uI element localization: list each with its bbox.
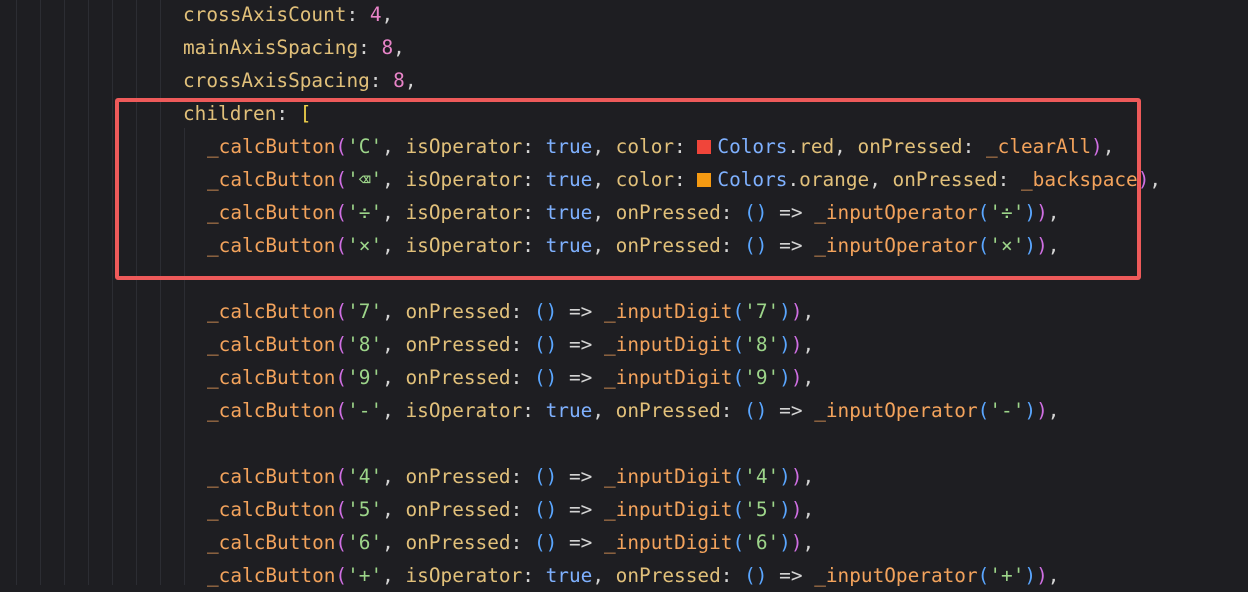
indent-guide bbox=[160, 0, 161, 585]
code-line[interactable]: _calcButton('4', onPressed: () => _input… bbox=[207, 460, 814, 493]
indent-guide bbox=[88, 0, 89, 585]
token-function: _inputDigit bbox=[604, 465, 733, 488]
token-string: '6' bbox=[744, 531, 780, 554]
token-param: onPressed bbox=[405, 333, 511, 356]
code-line[interactable]: crossAxisSpacing: 8, bbox=[183, 64, 417, 97]
code-line[interactable]: mainAxisSpacing: 8, bbox=[183, 31, 405, 64]
token-string: '-' bbox=[347, 399, 383, 422]
token-string: '7' bbox=[744, 300, 780, 323]
code-line[interactable]: crossAxisCount: 4, bbox=[183, 0, 393, 31]
indent-guide bbox=[136, 0, 137, 585]
token-arrow: => bbox=[568, 531, 593, 554]
token-function: _inputDigit bbox=[604, 333, 733, 356]
code-line[interactable]: _calcButton('7', onPressed: () => _input… bbox=[207, 295, 814, 328]
token-function: _inputOperator bbox=[814, 399, 978, 422]
code-line[interactable]: _calcButton('6', onPressed: () => _input… bbox=[207, 526, 814, 559]
token-arrow: => bbox=[568, 498, 593, 521]
token-function: _calcButton bbox=[207, 564, 336, 587]
token-function: _calcButton bbox=[207, 333, 336, 356]
token-function: _calcButton bbox=[207, 498, 336, 521]
token-keyword: true bbox=[545, 564, 593, 587]
token-param: onPressed bbox=[405, 300, 511, 323]
indent-guide bbox=[40, 0, 41, 585]
token-keyword: true bbox=[545, 399, 593, 422]
token-function: _calcButton bbox=[207, 465, 336, 488]
code-editor[interactable]: crossAxisCount: 4, mainAxisSpacing: 8, c… bbox=[0, 0, 1248, 587]
token-param: onPressed bbox=[405, 366, 511, 389]
token-function: _inputOperator bbox=[814, 564, 978, 587]
token-identifier: crossAxisSpacing bbox=[183, 69, 370, 92]
token-string: '8' bbox=[744, 333, 780, 356]
token-arrow: => bbox=[568, 465, 593, 488]
token-string: '5' bbox=[347, 498, 383, 521]
token-number: 8 bbox=[381, 36, 394, 59]
token-function: _calcButton bbox=[207, 366, 336, 389]
token-param: onPressed bbox=[405, 465, 511, 488]
code-line[interactable]: _calcButton('+', isOperator: true, onPre… bbox=[207, 559, 1059, 592]
token-string: '+' bbox=[989, 564, 1025, 587]
token-function: _inputDigit bbox=[604, 531, 733, 554]
token-param: isOperator bbox=[405, 564, 523, 587]
code-line[interactable]: _calcButton('9', onPressed: () => _input… bbox=[207, 361, 814, 394]
token-string: '-' bbox=[989, 399, 1025, 422]
token-string: '5' bbox=[744, 498, 780, 521]
token-arrow: => bbox=[779, 399, 803, 422]
token-string: '4' bbox=[744, 465, 780, 488]
token-param: onPressed bbox=[615, 564, 721, 587]
token-param: onPressed bbox=[615, 399, 721, 422]
token-param: onPressed bbox=[405, 531, 511, 554]
token-string: '4' bbox=[347, 465, 383, 488]
highlight-annotation-box bbox=[115, 98, 1141, 280]
token-function: _inputDigit bbox=[604, 498, 733, 521]
token-string: '6' bbox=[347, 531, 383, 554]
indent-guide bbox=[112, 0, 113, 585]
token-string: '7' bbox=[347, 300, 383, 323]
indent-guide bbox=[64, 0, 65, 585]
indent-guide bbox=[16, 0, 17, 585]
token-function: _calcButton bbox=[207, 399, 336, 422]
token-number: 4 bbox=[369, 3, 382, 26]
token-string: '9' bbox=[744, 366, 780, 389]
token-arrow: => bbox=[568, 366, 593, 389]
token-param: isOperator bbox=[405, 399, 523, 422]
token-string: '8' bbox=[347, 333, 383, 356]
token-string: '9' bbox=[347, 366, 383, 389]
code-line[interactable]: _calcButton('-', isOperator: true, onPre… bbox=[207, 394, 1059, 427]
token-string: '+' bbox=[347, 564, 383, 587]
token-identifier: mainAxisSpacing bbox=[183, 36, 359, 59]
token-function: _calcButton bbox=[207, 531, 336, 554]
token-arrow: => bbox=[568, 333, 593, 356]
code-line[interactable]: _calcButton('5', onPressed: () => _input… bbox=[207, 493, 814, 526]
token-arrow: => bbox=[779, 564, 803, 587]
token-identifier: crossAxisCount bbox=[183, 3, 347, 26]
token-function: _inputDigit bbox=[604, 300, 733, 323]
token-function: _calcButton bbox=[207, 300, 336, 323]
token-function: _inputDigit bbox=[604, 366, 733, 389]
token-param: onPressed bbox=[405, 498, 511, 521]
token-arrow: => bbox=[568, 300, 593, 323]
code-line[interactable]: _calcButton('8', onPressed: () => _input… bbox=[207, 328, 814, 361]
token-number: 8 bbox=[393, 69, 405, 92]
